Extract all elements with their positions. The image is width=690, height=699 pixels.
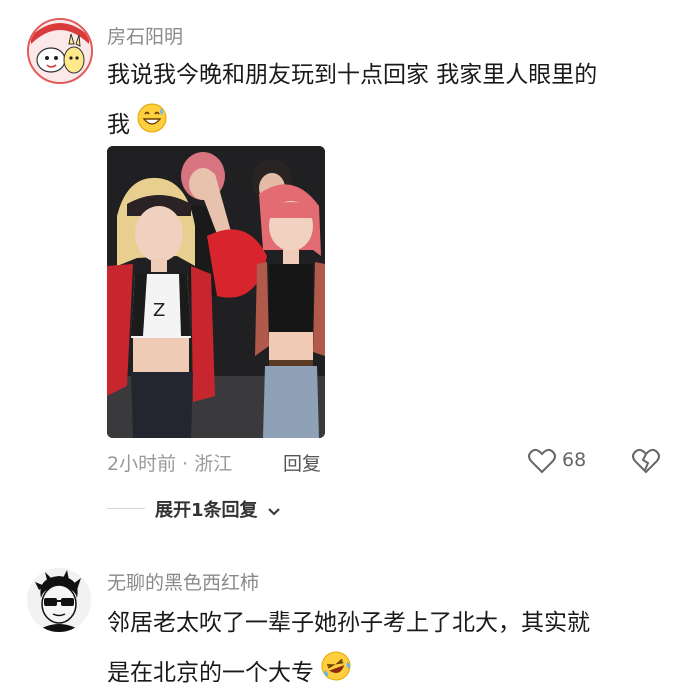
comment-text-line: 我说我今晚和朋友玩到十点回家 我家里人眼里的 (107, 62, 598, 88)
rofl-emoji (321, 649, 351, 699)
comment-username[interactable]: 房石阳明 (107, 22, 183, 49)
comment-text-tail: 我 (107, 112, 130, 138)
comment-text-line: 邻居老太吹了一辈子她孙子考上了北大，其实就 (107, 610, 590, 636)
comment-text-line: 是在北京的一个大专 (107, 648, 677, 699)
like-button[interactable]: 68 (528, 446, 598, 476)
comment-text: 邻居老太吹了一辈子她孙子考上了北大，其实就 是在北京的一个大专 (107, 598, 677, 699)
comment-text-tail: 是在北京的一个大专 (107, 660, 314, 686)
comment-username[interactable]: 无聊的黑色西红柿 (107, 568, 259, 595)
expand-replies-label: 展开1条回复 (155, 500, 258, 521)
dislike-icon[interactable] (632, 448, 660, 478)
comment-text-line: 我 (107, 100, 667, 151)
heart-icon (528, 448, 556, 478)
svg-text:Z: Z (153, 300, 165, 321)
comment-photo[interactable]: Z (107, 146, 325, 438)
avatar[interactable] (27, 18, 93, 84)
like-count: 68 (562, 449, 587, 471)
chevron-down-icon (267, 502, 281, 521)
comment-meta: 2小时前 · 浙江 (107, 453, 233, 475)
expand-replies-button[interactable]: 展开1条回复 (155, 496, 281, 522)
reply-button[interactable]: 回复 (283, 449, 321, 476)
divider (107, 508, 145, 509)
avatar[interactable] (27, 568, 91, 632)
grinning-sweat-emoji (137, 101, 167, 151)
comment-text: 我说我今晚和朋友玩到十点回家 我家里人眼里的 我 (107, 50, 667, 151)
